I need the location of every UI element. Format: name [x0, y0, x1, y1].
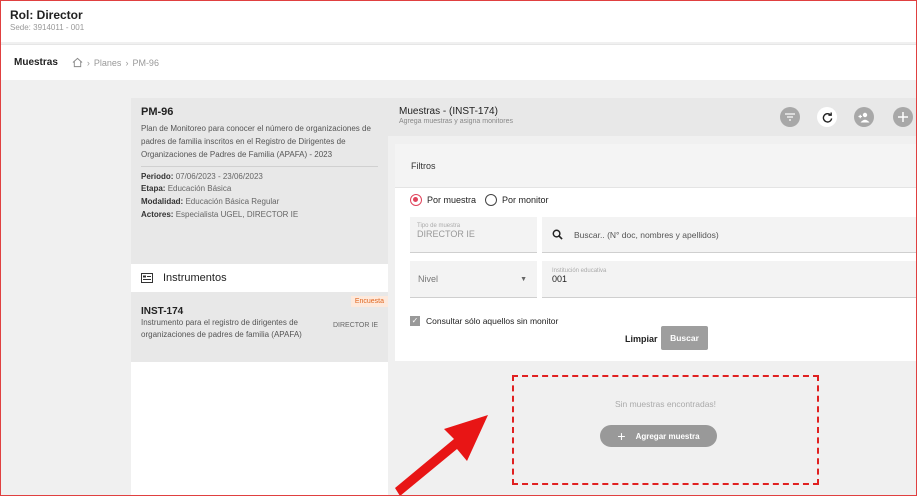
plan-actores: Actores: Especialista UGEL, DIRECTOR IE: [141, 209, 299, 219]
filters-panel: Filtros Por muestra Por monitor Tipo de …: [395, 144, 917, 361]
search-icon: [552, 229, 563, 240]
search-placeholder: Buscar.. (N° doc, nombres y apellidos): [574, 229, 719, 240]
breadcrumb-section: Muestras: [14, 57, 58, 68]
breadcrumb-item-plan: PM-96: [132, 57, 159, 68]
plus-icon: +: [617, 428, 626, 444]
empty-state-highlight: Sin muestras encontradas! + Agregar mues…: [512, 375, 819, 485]
radio-por-muestra-label: Por muestra: [427, 195, 477, 205]
instrumentos-title: Instrumentos: [163, 272, 227, 284]
sede-label: Sede: 3914011 - 001: [10, 23, 85, 32]
tipo-muestra-field: Tipo de muestra DIRECTOR IE: [410, 217, 537, 253]
assign-monitor-icon[interactable]: [854, 107, 874, 127]
plan-meta: Periodo: 07/06/2023 - 23/06/2023 Etapa: …: [141, 165, 378, 222]
search-button[interactable]: Buscar: [661, 326, 708, 350]
left-panel-empty-area: [131, 362, 388, 496]
tipo-muestra-value: DIRECTOR IE: [417, 229, 475, 239]
plan-etapa: Etapa: Educación Básica: [141, 184, 232, 194]
plan-periodo: Periodo: 07/06/2023 - 23/06/2023: [141, 171, 263, 181]
instrument-list-icon: [141, 273, 153, 283]
empty-message: Sin muestras encontradas!: [614, 399, 717, 409]
plan-card: PM-96 Plan de Monitoreo para conocer el …: [131, 98, 388, 264]
search-input[interactable]: Buscar.. (N° doc, nombres y apellidos): [542, 217, 917, 253]
role-title: Rol: Director: [10, 8, 83, 22]
sin-monitor-label: Consultar sólo aquellos sin monitor: [426, 316, 559, 326]
plan-code: PM-96: [141, 106, 174, 118]
institucion-value: 001: [552, 274, 568, 284]
chevron-down-icon: ▼: [520, 275, 527, 283]
search-mode-radios: Por muestra Por monitor: [410, 194, 549, 206]
radio-por-monitor[interactable]: [485, 194, 498, 206]
add-icon[interactable]: [893, 107, 913, 127]
institucion-field[interactable]: Institución educativa 001: [542, 261, 917, 298]
instrument-description: Instrumento para el registro de dirigent…: [141, 318, 302, 339]
instrument-type-badge: Encuesta: [350, 296, 388, 307]
instrument-code: INST-174: [141, 306, 184, 317]
radio-por-muestra[interactable]: [410, 194, 422, 206]
annotation-arrow-icon: [395, 415, 488, 496]
clear-button[interactable]: Limpiar: [625, 334, 658, 344]
sin-monitor-checkbox[interactable]: ✓ Consultar sólo aquellos sin monitor: [410, 316, 558, 326]
checkbox-check-icon: ✓: [410, 316, 420, 326]
nivel-select[interactable]: Nivel ▼: [410, 261, 537, 298]
muestras-subtitle: Agrega muestras y asigna monitores: [399, 118, 513, 125]
add-sample-button[interactable]: + Agregar muestra: [600, 425, 717, 447]
instrument-role: DIRECTOR IE: [333, 322, 378, 329]
add-sample-label: Agregar muestra: [635, 431, 700, 441]
plan-description: Plan de Monitoreo para conocer el número…: [141, 124, 371, 160]
nivel-label: Nivel: [418, 274, 439, 284]
muestras-header: Muestras - (INST-174) Agrega muestras y …: [388, 98, 917, 136]
filter-icon[interactable]: [780, 107, 800, 127]
breadcrumb-separator: ›: [125, 57, 129, 68]
instrument-item[interactable]: Encuesta INST-174 Instrumento para el re…: [131, 292, 388, 362]
home-icon[interactable]: [72, 57, 83, 68]
breadcrumb: Muestras › Planes › PM-96: [0, 44, 917, 80]
app-header: Rol: Director Sede: 3914011 - 001: [0, 0, 917, 42]
muestras-title: Muestras - (INST-174): [399, 106, 498, 117]
instrumentos-header: Instrumentos: [131, 264, 388, 292]
breadcrumb-separator: ›: [86, 57, 90, 68]
radio-por-monitor-label: Por monitor: [502, 195, 549, 205]
plan-modalidad: Modalidad: Educación Básica Regular: [141, 197, 280, 207]
filters-title[interactable]: Filtros: [395, 144, 917, 188]
breadcrumb-item-planes[interactable]: Planes: [94, 58, 122, 68]
refresh-icon[interactable]: [817, 107, 837, 127]
